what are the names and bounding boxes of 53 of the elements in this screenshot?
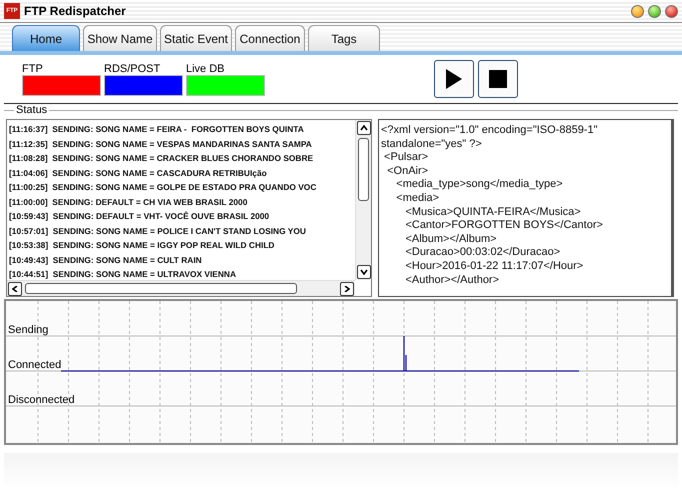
chevron-icon [11, 286, 19, 292]
level-label: Sending [8, 324, 48, 336]
xml-line: <Hour>2016-01-22 11:17:07</Hour> [404, 260, 584, 274]
stop-icon [489, 70, 507, 88]
log-entry: [11:08:28] SENDING: SONG NAME = CRACKER BLUES CHORANDO SOBRE [9, 152, 314, 165]
log-entry: [10:49:43] SENDING: SONG NAME = CULT RAIN [9, 254, 203, 267]
log-entry: [11:00:25] SENDING: SONG NAME = GOLPE DE ESTADO PRA QUANDO VOC [9, 181, 318, 194]
scroll-right-button[interactable] [340, 282, 354, 296]
tab[interactable]: Connection [235, 25, 305, 51]
close-button[interactable] [665, 4, 678, 18]
scroll-left-button[interactable] [8, 282, 22, 296]
xml-line: <OnAir> [386, 164, 430, 178]
indicator-label: Live DB [186, 62, 226, 74]
xml-line: <Cantor>FORGOTTEN BOYS</Cantor> [404, 219, 604, 233]
xml-line: <media_type>song</media_type> [395, 178, 564, 192]
log-entry: [11:16:37] SENDING: SONG NAME = FEIRA - FORGOTTEN BOYS QUINTA [9, 123, 305, 136]
scroll-thumb[interactable] [25, 283, 297, 294]
tab[interactable]: Show Name [83, 25, 157, 51]
tab[interactable]: Tags [308, 25, 380, 51]
xml-line: <Album></Album> [404, 232, 498, 246]
level-label: Disconnected [8, 394, 75, 406]
group-title: Status [14, 104, 50, 116]
chevron-icon [360, 125, 368, 131]
xml-line: <Duracao>00:03:02</Duracao> [404, 246, 562, 260]
log-entry: [11:00:00] SENDING: DEFAULT = CH VIA WEB BRASIL 2000 [9, 196, 248, 209]
scroll-thumb[interactable] [358, 138, 369, 201]
xml-line: <Author></Author> [404, 274, 500, 288]
scroll-up-button[interactable] [357, 121, 371, 135]
play-icon [446, 69, 462, 89]
maximize-button[interactable] [648, 4, 661, 18]
indicator-label: FTP [22, 62, 44, 74]
xml-line: <?xml version="1.0" encoding="ISO-8859-1" [381, 124, 598, 138]
log-entry: [11:12:35] SENDING: SONG NAME = VESPAS MANDARINAS SANTA SAMPA [9, 138, 313, 151]
chevron-icon [360, 269, 368, 275]
chevron-icon [343, 286, 351, 292]
log-entry: [11:04:06] SENDING: SONG NAME = CASCADURA RETRIBUIção [9, 166, 268, 180]
play-button[interactable] [434, 60, 474, 98]
log-entry: [10:57:01] SENDING: SONG NAME = POLICE I CAN'T STAND LOSING YOU [9, 224, 307, 238]
log-entry: [10:59:43] SENDING: DEFAULT = VHT- VOCÊ OUVE BRASIL 2000 [9, 210, 270, 223]
tab[interactable]: Home [12, 25, 80, 51]
minimize-button[interactable] [631, 4, 644, 18]
tab[interactable]: Static Event [160, 25, 232, 51]
level-label: Connected [8, 359, 62, 371]
log-entry: [10:44:51] SENDING: SONG NAME = ULTRAVOX VIENNA [9, 268, 238, 280]
log-entry: [10:53:38] SENDING: SONG NAME = IGGY POP REAL WILD CHILD [9, 239, 276, 252]
indicator-label: RDS/POST [104, 62, 162, 74]
scroll-down-button[interactable] [357, 265, 371, 279]
xml-line: <Musica>QUINTA-FEIRA</Musica> [404, 206, 582, 220]
stop-button[interactable] [478, 60, 518, 98]
window-title: FTP Redispatcher [24, 4, 127, 18]
xml-line: <Pulsar> [383, 151, 430, 165]
xml-line: standalone="yes" ?> [381, 138, 483, 152]
xml-line: <media> [395, 192, 440, 206]
